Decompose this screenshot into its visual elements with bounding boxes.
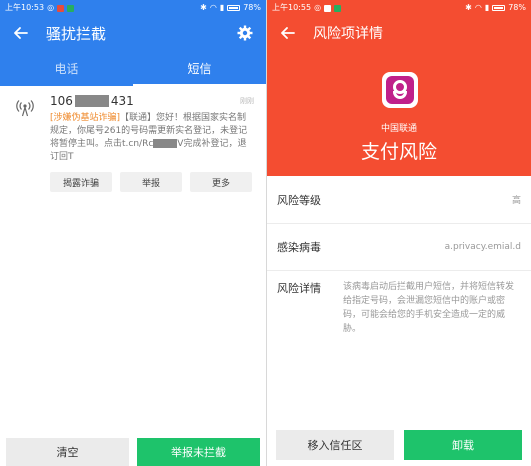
signal-icon: ▮ [219, 3, 225, 12]
page-title: 风险项详情 [313, 26, 383, 42]
page-title: 骚扰拦截 [46, 24, 107, 43]
app-notification-icon [67, 4, 75, 12]
virus-label: 感染病毒 [277, 241, 321, 254]
risk-header: 上午10:55 ◎ ✱ ◠ ▮ 78% 风险项详情 中国联通 支付风险 [267, 0, 531, 176]
redaction-block [74, 95, 109, 107]
back-arrow-icon[interactable] [277, 22, 299, 44]
uninstall-button[interactable]: 卸载 [404, 430, 522, 460]
left-header: 上午10:53 ◎ ✱ ◠ ▮ 78% 骚扰拦截 电话 短信 [0, 0, 266, 86]
bluetooth-icon: ✱ [465, 3, 472, 12]
battery-icon [492, 5, 506, 11]
status-time: 上午10:55 [272, 3, 312, 12]
message-actions: 揭露诈骗 举报 更多 [50, 172, 254, 192]
status-time: 上午10:53 [5, 3, 45, 12]
move-to-trust-button[interactable]: 移入信任区 [276, 430, 394, 460]
battery-icon [227, 5, 241, 11]
app-notification-icon [324, 4, 332, 12]
message-time: 刚刚 [240, 97, 254, 105]
more-button[interactable]: 更多 [190, 172, 252, 192]
left-app-bar: 骚扰拦截 [0, 16, 266, 50]
china-unicom-app-icon [382, 72, 418, 108]
risk-level-label: 风险等级 [277, 193, 321, 207]
shield-status-icon: ◎ [314, 3, 322, 12]
back-arrow-icon[interactable] [10, 22, 32, 44]
app-name: 中国联通 [380, 124, 417, 134]
sender-number-prefix: 106 [50, 94, 73, 108]
right-app-bar: 风险项详情 [267, 16, 531, 50]
sender-number: 106 431 [50, 94, 134, 108]
risk-level-value: 高 [511, 196, 521, 206]
signal-icon: ▮ [484, 3, 490, 12]
right-screen: 上午10:55 ◎ ✱ ◠ ▮ 78% 风险项详情 中国联通 支付风险 风险等级… [267, 0, 531, 466]
tab-calls[interactable]: 电话 [0, 50, 133, 86]
app-notification-icon [57, 4, 65, 12]
risk-detail-list: 风险等级 高 感染病毒 a.privacy.emial.d 风险详情 该病毒启动… [267, 176, 531, 344]
tab-sms[interactable]: 短信 [133, 50, 266, 86]
sender-number-suffix: 431 [110, 94, 134, 108]
message-text: [涉嫌伪基站诈骗]【联通】您好！根据国家实名制规定，你尾号261的号码需更新实名… [50, 112, 254, 164]
risk-type: 支付风险 [360, 141, 437, 163]
report-unblocked-button[interactable]: 举报未拦截 [137, 438, 260, 466]
battery-percent: 78% [243, 3, 261, 12]
clear-button[interactable]: 清空 [6, 438, 129, 466]
gear-icon[interactable] [234, 22, 256, 44]
wifi-icon: ◠ [474, 3, 482, 12]
redaction-block [153, 139, 178, 148]
shield-status-icon: ◎ [47, 3, 55, 12]
tab-bar: 电话 短信 [0, 50, 266, 86]
left-screen: 上午10:53 ◎ ✱ ◠ ▮ 78% 骚扰拦截 电话 短信 106 431 刚… [0, 0, 266, 466]
right-bottom-bar: 移入信任区 卸载 [276, 430, 522, 460]
risk-detail-label: 风险详情 [277, 282, 321, 295]
right-status-bar: 上午10:55 ◎ ✱ ◠ ▮ 78% [267, 0, 531, 16]
app-notification-icon [334, 4, 342, 12]
bluetooth-icon: ✱ [200, 3, 207, 12]
list-item[interactable]: 106 431 刚刚 [涉嫌伪基站诈骗]【联通】您好！根据国家实名制规定，你尾号… [0, 86, 266, 192]
signal-tower-icon [16, 99, 34, 117]
left-status-bar: 上午10:53 ◎ ✱ ◠ ▮ 78% [0, 0, 266, 16]
battery-percent: 78% [508, 3, 526, 12]
left-bottom-bar: 清空 举报未拦截 [6, 438, 260, 466]
risk-detail-value: 该病毒启动后拦截用户短信，并将短信转发给指定号码，会泄漏您短信中的账户或密码，可… [343, 282, 515, 334]
expose-fraud-button[interactable]: 揭露诈骗 [50, 172, 112, 192]
virus-row: 感染病毒 a.privacy.emial.d [267, 224, 531, 271]
fraud-tag: [涉嫌伪基站诈骗] [50, 113, 121, 123]
wifi-icon: ◠ [209, 3, 217, 12]
virus-value: a.privacy.emial.d [444, 242, 521, 252]
risk-level-row: 风险等级 高 [267, 176, 531, 224]
risk-detail-row: 风险详情 该病毒启动后拦截用户短信，并将短信转发给指定号码，会泄漏您短信中的账户… [267, 271, 531, 344]
report-button[interactable]: 举报 [120, 172, 182, 192]
